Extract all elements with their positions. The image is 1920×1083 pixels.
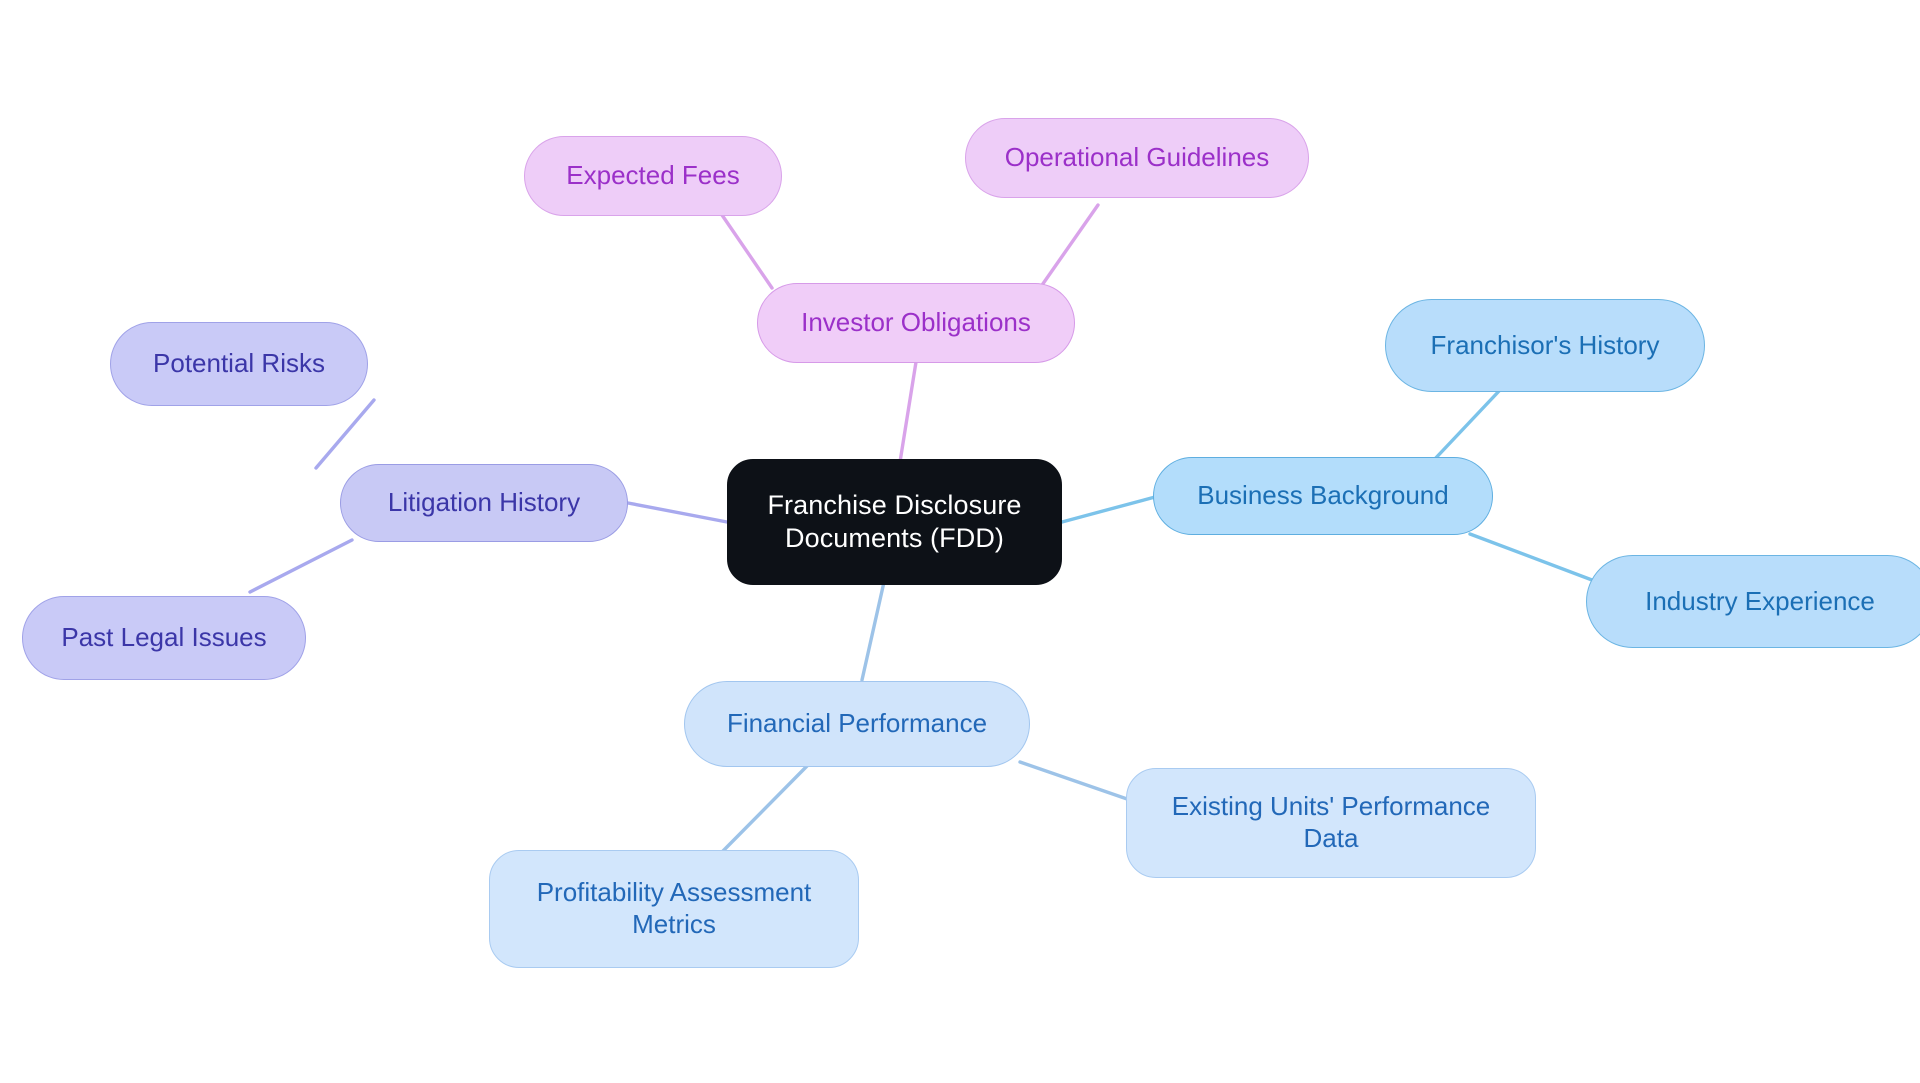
edge-root-to-litigation-history	[626, 501, 729, 524]
node-business-background[interactable]: Business Background	[1153, 457, 1493, 535]
node-potential-risks[interactable]: Potential Risks	[110, 322, 368, 406]
node-profitability-assessment-metrics[interactable]: Profitability Assessment Metrics	[489, 850, 859, 968]
node-existing-units-performance-data[interactable]: Existing Units' Performance Data	[1126, 768, 1536, 878]
node-financial-performance[interactable]: Financial Performance	[684, 681, 1030, 767]
node-root[interactable]: Franchise Disclosure Documents (FDD)	[727, 459, 1062, 585]
node-expected-fees[interactable]: Expected Fees	[524, 136, 782, 216]
edge-financial-performance-to-existing-units-performance-data	[1018, 760, 1132, 802]
edge-root-to-business-background	[1060, 495, 1157, 524]
edge-business-background-to-industry-experience	[1468, 532, 1594, 582]
edge-investor-obligations-to-operational-guidelines	[1038, 203, 1100, 290]
edge-investor-obligations-to-expected-fees	[720, 213, 774, 290]
mindmap-canvas: Franchise Disclosure Documents (FDD) Bus…	[0, 0, 1920, 1083]
node-litigation-history[interactable]: Litigation History	[340, 464, 628, 542]
edge-litigation-history-to-past-legal-issues	[248, 538, 354, 594]
edge-business-background-to-franchisors-history	[1430, 388, 1502, 464]
edge-litigation-history-to-potential-risks	[314, 398, 376, 470]
node-past-legal-issues[interactable]: Past Legal Issues	[22, 596, 306, 680]
edge-financial-performance-to-profitability-assessment-metrics	[720, 763, 810, 854]
node-investor-obligations[interactable]: Investor Obligations	[757, 283, 1075, 363]
node-operational-guidelines[interactable]: Operational Guidelines	[965, 118, 1309, 198]
edge-root-to-financial-performance	[860, 580, 886, 682]
edge-root-to-investor-obligations	[898, 360, 918, 464]
node-industry-experience[interactable]: Industry Experience	[1586, 555, 1920, 648]
node-franchisors-history[interactable]: Franchisor's History	[1385, 299, 1705, 392]
